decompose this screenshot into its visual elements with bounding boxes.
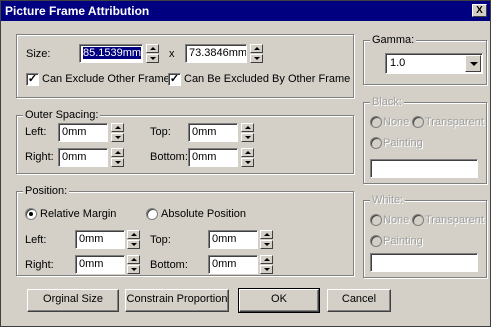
can-be-excluded-checkbox[interactable]: ✓ bbox=[168, 73, 181, 86]
outer-bottom-field[interactable]: 0mm bbox=[188, 148, 238, 167]
relative-margin-label[interactable]: Relative Margin bbox=[40, 208, 116, 220]
gamma-select[interactable]: 1.0 bbox=[385, 53, 483, 74]
spin-up-icon[interactable] bbox=[260, 230, 273, 239]
height-spinner[interactable] bbox=[250, 44, 263, 63]
spin-up-icon[interactable] bbox=[241, 148, 254, 157]
pos-bottom-field[interactable]: 0mm bbox=[208, 255, 258, 274]
outer-right-label: Right: bbox=[25, 151, 54, 163]
outer-left-label: Left: bbox=[25, 126, 47, 138]
ok-button[interactable]: OK bbox=[238, 288, 320, 313]
outer-right-spinner[interactable] bbox=[111, 148, 124, 167]
spin-up-icon[interactable] bbox=[111, 148, 124, 157]
white-none-label[interactable]: None bbox=[383, 214, 409, 226]
white-painting-radio[interactable] bbox=[370, 235, 382, 247]
black-painting-radio[interactable] bbox=[370, 137, 382, 149]
chevron-down-icon[interactable] bbox=[465, 55, 481, 72]
outer-bottom-label: Bottom: bbox=[150, 151, 188, 163]
white-label: White: bbox=[370, 194, 406, 206]
spin-up-icon[interactable] bbox=[260, 255, 273, 264]
black-none-label[interactable]: None bbox=[383, 116, 409, 128]
size-group: Size: 85.1539mm x 73.3846mm ✓ Can Exclud… bbox=[16, 34, 354, 98]
spin-up-icon[interactable] bbox=[127, 255, 140, 264]
pos-left-field[interactable]: 0mm bbox=[75, 230, 125, 249]
black-transparent-radio[interactable] bbox=[412, 116, 424, 128]
outer-left-field[interactable]: 0mm bbox=[58, 123, 108, 142]
spin-down-icon[interactable] bbox=[127, 240, 140, 249]
size-label: Size: bbox=[26, 48, 51, 60]
close-button[interactable]: X bbox=[472, 4, 487, 17]
width-spinner[interactable] bbox=[146, 44, 159, 63]
outer-top-field[interactable]: 0mm bbox=[188, 123, 238, 142]
pos-right-spinner[interactable] bbox=[127, 255, 140, 274]
dialog-window: Picture Frame Attribution X Size: 85.153… bbox=[0, 0, 491, 327]
width-field[interactable]: 85.1539mm bbox=[79, 44, 143, 63]
position-group: Position: Relative Margin Absolute Posit… bbox=[16, 185, 354, 276]
pos-top-label: Top: bbox=[150, 234, 171, 246]
outer-left-spinner[interactable] bbox=[111, 123, 124, 142]
black-transparent-label[interactable]: Transparent bbox=[425, 116, 484, 128]
white-painting-label[interactable]: Painting bbox=[383, 235, 423, 247]
outer-right-field[interactable]: 0mm bbox=[58, 148, 108, 167]
absolute-position-radio[interactable] bbox=[146, 208, 158, 220]
pos-top-spinner[interactable] bbox=[260, 230, 273, 249]
spin-up-icon[interactable] bbox=[127, 230, 140, 239]
black-none-radio[interactable] bbox=[370, 116, 382, 128]
relative-margin-radio[interactable] bbox=[25, 208, 37, 220]
spin-up-icon[interactable] bbox=[250, 44, 263, 53]
can-be-excluded-label[interactable]: Can Be Excluded By Other Frame bbox=[184, 73, 350, 85]
outer-spacing-group: Outer Spacing: Left: 0mm Top: 0mm Right:… bbox=[16, 109, 354, 174]
pos-left-label: Left: bbox=[25, 234, 47, 246]
spin-down-icon[interactable] bbox=[260, 240, 273, 249]
absolute-position-label[interactable]: Absolute Position bbox=[161, 208, 246, 220]
spin-down-icon[interactable] bbox=[260, 265, 273, 274]
white-transparent-label[interactable]: Transparent bbox=[425, 214, 484, 226]
gamma-group: Gamma: 1.0 bbox=[363, 34, 487, 85]
can-exclude-other-label[interactable]: Can Exclude Other Frame bbox=[42, 73, 170, 85]
pos-bottom-spinner[interactable] bbox=[260, 255, 273, 274]
outer-top-label: Top: bbox=[150, 126, 171, 138]
cancel-button[interactable]: Cancel bbox=[327, 289, 391, 312]
black-group: Black: None Transparent Painting bbox=[363, 96, 487, 184]
position-label: Position: bbox=[23, 185, 70, 197]
spin-down-icon[interactable] bbox=[241, 133, 254, 142]
gamma-value: 1.0 bbox=[390, 57, 406, 69]
spin-down-icon[interactable] bbox=[241, 158, 254, 167]
constrain-proportion-button[interactable]: Constrain Proportion bbox=[125, 289, 229, 312]
original-size-button[interactable]: Orginal Size bbox=[27, 289, 119, 312]
pos-top-field[interactable]: 0mm bbox=[208, 230, 258, 249]
height-field[interactable]: 73.3846mm bbox=[185, 44, 247, 63]
spin-down-icon[interactable] bbox=[250, 54, 263, 63]
spin-up-icon[interactable] bbox=[241, 123, 254, 132]
title-bar[interactable]: Picture Frame Attribution X bbox=[1, 1, 490, 21]
spin-down-icon[interactable] bbox=[127, 265, 140, 274]
gamma-label: Gamma: bbox=[370, 34, 417, 46]
spin-up-icon[interactable] bbox=[111, 123, 124, 132]
black-painting-label[interactable]: Painting bbox=[383, 137, 423, 149]
spin-up-icon[interactable] bbox=[146, 44, 159, 53]
can-exclude-other-checkbox[interactable]: ✓ bbox=[26, 73, 39, 86]
white-none-radio[interactable] bbox=[370, 214, 382, 226]
dialog-title: Picture Frame Attribution bbox=[5, 4, 150, 18]
white-painting-field[interactable] bbox=[370, 253, 478, 272]
white-transparent-radio[interactable] bbox=[412, 214, 424, 226]
spin-down-icon[interactable] bbox=[111, 158, 124, 167]
spin-down-icon[interactable] bbox=[146, 54, 159, 63]
pos-bottom-label: Bottom: bbox=[150, 259, 188, 271]
white-group: White: None Transparent Painting bbox=[363, 194, 487, 278]
outer-top-spinner[interactable] bbox=[241, 123, 254, 142]
outer-spacing-label: Outer Spacing: bbox=[23, 109, 101, 121]
black-label: Black: bbox=[370, 96, 404, 108]
spin-down-icon[interactable] bbox=[111, 133, 124, 142]
outer-bottom-spinner[interactable] bbox=[241, 148, 254, 167]
size-separator: x bbox=[169, 48, 175, 60]
pos-left-spinner[interactable] bbox=[127, 230, 140, 249]
black-painting-field[interactable] bbox=[370, 159, 478, 178]
pos-right-field[interactable]: 0mm bbox=[75, 255, 125, 274]
pos-right-label: Right: bbox=[25, 259, 54, 271]
